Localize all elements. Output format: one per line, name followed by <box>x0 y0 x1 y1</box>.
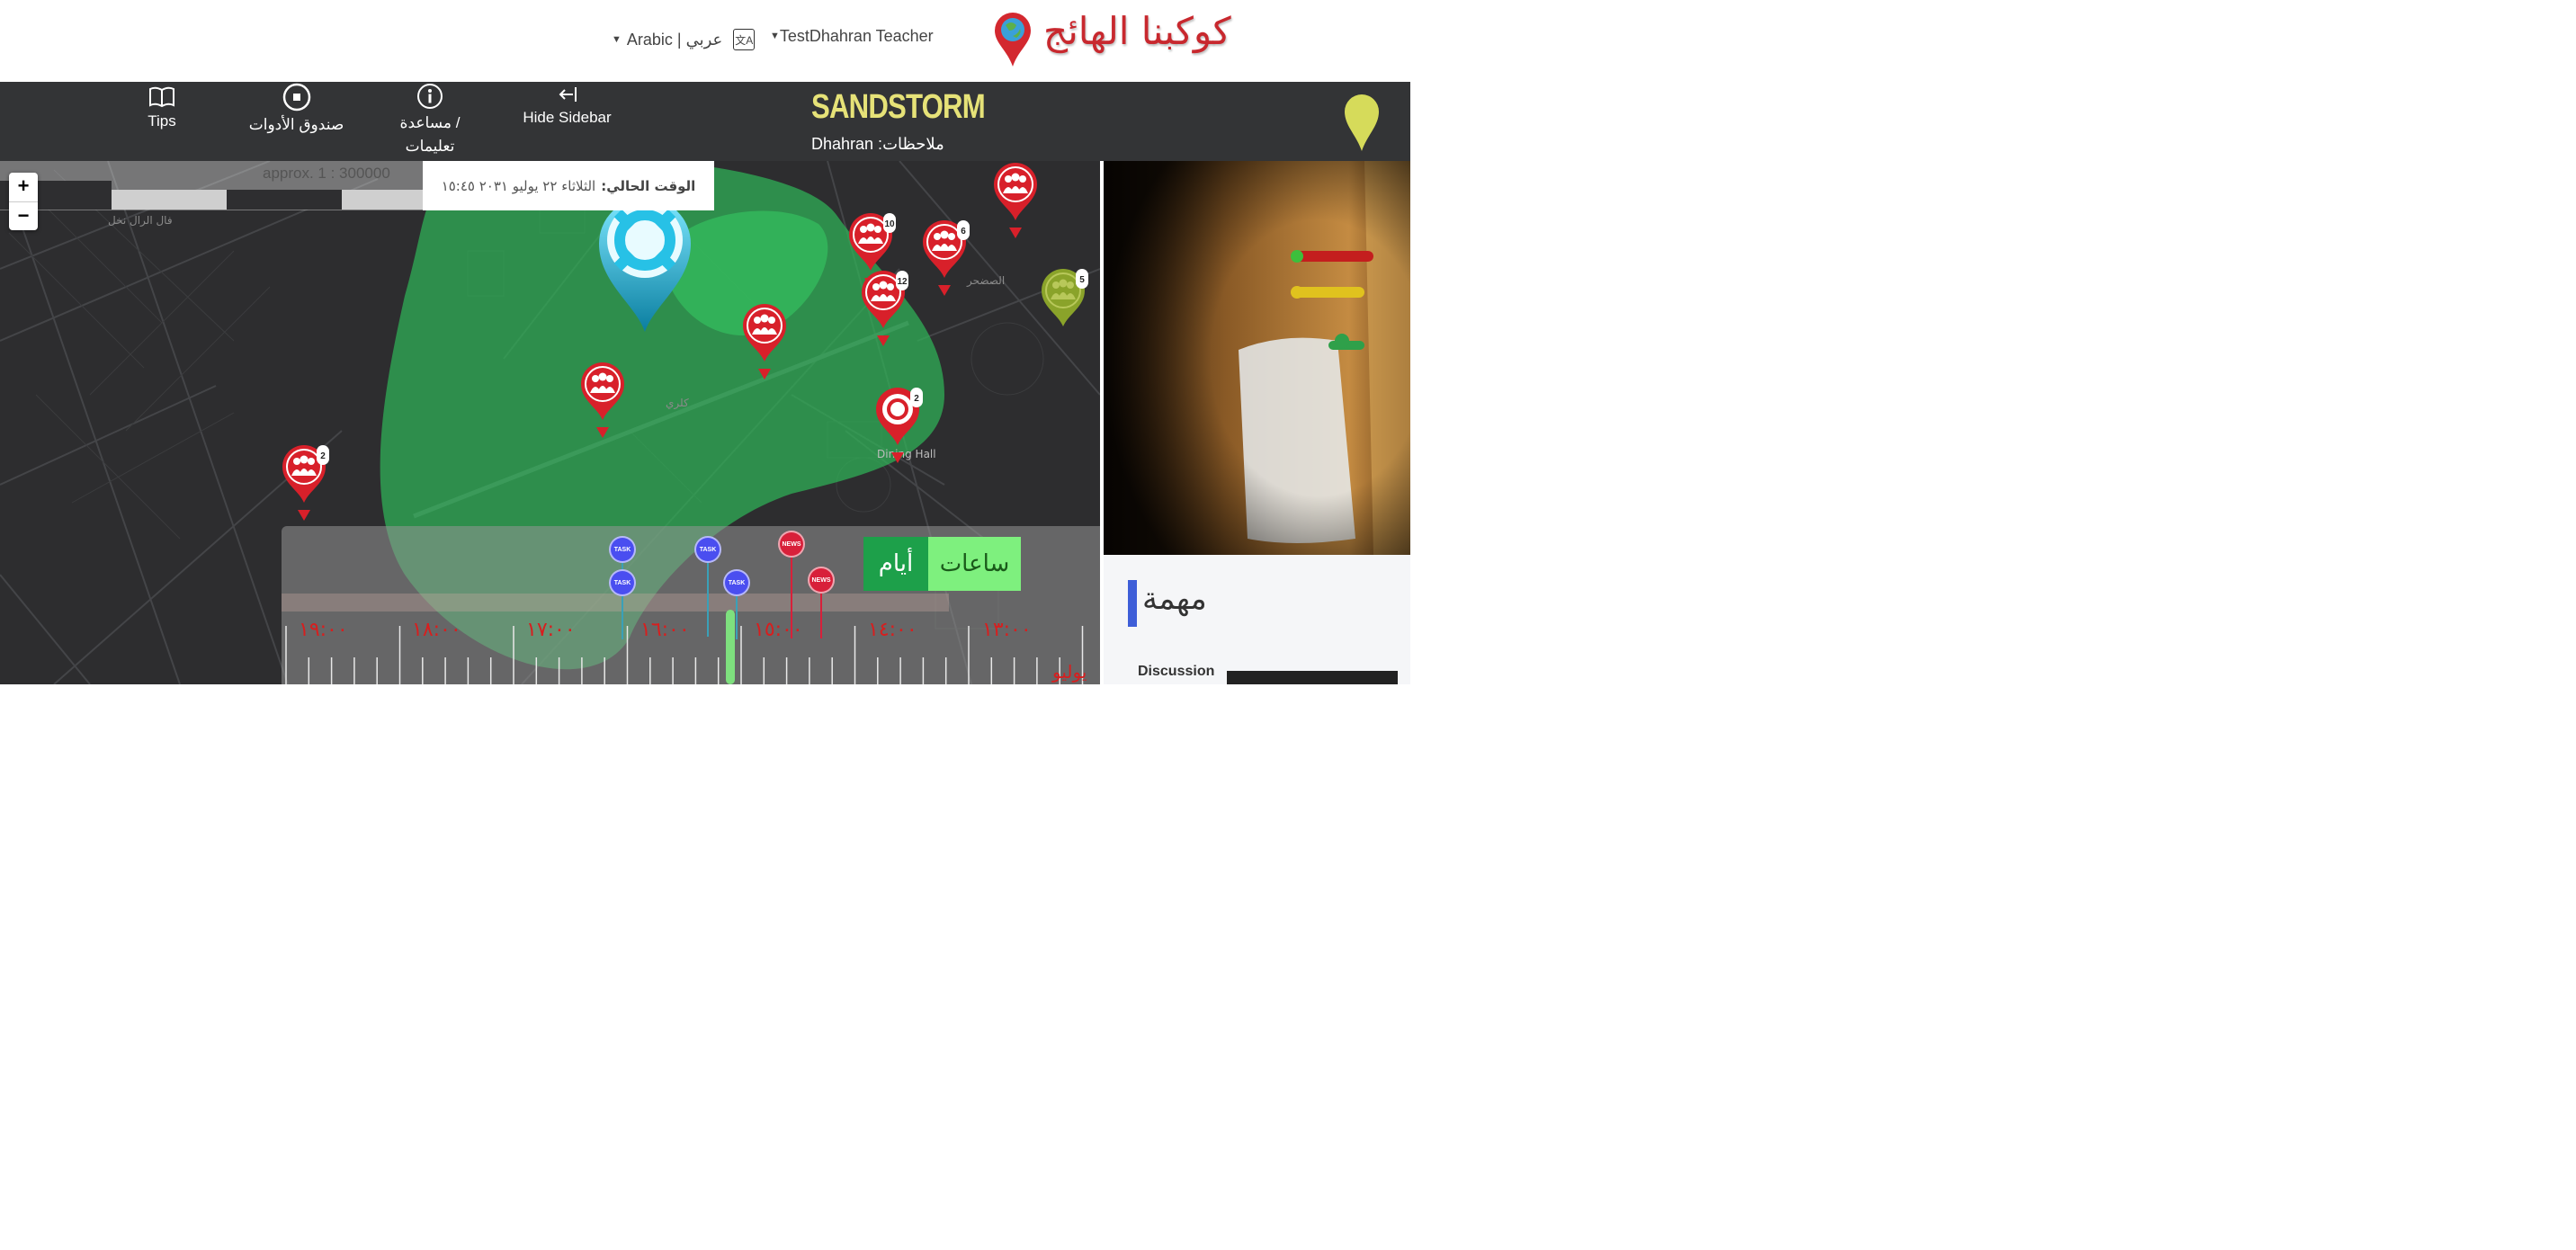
tips-button[interactable]: Tips <box>135 86 189 133</box>
month-label: يوليو <box>1052 661 1087 683</box>
app-header: كوكبنا الهائج ▼TestDhahran Teacher ▼ Ara… <box>0 0 1410 82</box>
timeline-ticks <box>285 626 1084 684</box>
globe-pin-icon <box>995 13 1031 67</box>
event-tag: NEWS <box>778 531 805 558</box>
lifebuoy-marker-icon[interactable] <box>595 197 694 332</box>
event-tag: NEWS <box>808 567 835 594</box>
task-event-marker[interactable]: TASK <box>723 569 750 639</box>
svg-text:2: 2 <box>914 394 919 404</box>
group-marker-icon[interactable]: 6 <box>921 219 971 299</box>
language-menu-label: Arabic | عربي <box>626 30 723 49</box>
zoom-control: + − <box>9 173 38 230</box>
chevron-down-icon: ▼ <box>770 31 780 41</box>
book-icon <box>149 86 174 108</box>
event-stem <box>820 594 822 638</box>
translate-icon: 文A <box>733 29 756 50</box>
toolbox-label: صندوق الأدوات <box>248 116 344 133</box>
event-tag: TASK <box>609 536 636 563</box>
event-stem <box>622 596 623 639</box>
event-stem <box>707 563 709 637</box>
tips-label: Tips <box>148 112 176 129</box>
task-title: مهمة <box>1142 581 1207 617</box>
zoom-out-button[interactable]: − <box>9 201 38 231</box>
hour-label: ١٧:٠٠ <box>526 619 576 641</box>
app-logo-title[interactable]: كوكبنا الهائج <box>1043 9 1231 53</box>
discussion-label[interactable]: Discussion <box>1138 664 1214 680</box>
svg-text:10: 10 <box>884 219 895 229</box>
chevron-down-icon: ▼ <box>612 34 622 45</box>
current-time-value: الثلاثاء ٢٢ يوليو ٢٠٣١ ١٥:٤٥ <box>441 177 596 194</box>
target-marker-icon[interactable]: 2 <box>874 386 925 467</box>
group-marker-icon[interactable]: 5 <box>1040 267 1090 348</box>
hour-label: ١٨:٠٠ <box>412 619 461 641</box>
group-marker-icon[interactable]: 2 <box>281 443 331 524</box>
user-menu[interactable]: ▼TestDhahran Teacher <box>770 27 934 46</box>
svg-text:5: 5 <box>1079 275 1085 285</box>
event-stem <box>791 558 792 638</box>
group-marker-icon[interactable] <box>579 361 630 442</box>
hide-sidebar-label: Hide Sidebar <box>523 109 612 126</box>
event-stem <box>736 596 738 639</box>
corkboard-photo <box>1104 161 1410 555</box>
days-button[interactable]: أيام <box>863 537 928 591</box>
event-tag: TASK <box>723 569 750 596</box>
discussion-bar <box>1227 671 1398 684</box>
place-label: فال الرال نخل <box>108 214 173 228</box>
help-label-line1: مساعدة / <box>399 114 461 131</box>
place-label: كلري <box>666 397 689 410</box>
task-accent-bar <box>1128 580 1137 627</box>
location-notes: Dhahran :ملاحظات <box>811 135 944 153</box>
hours-button[interactable]: ساعات <box>928 537 1021 591</box>
scale-text: approx. 1 : 300000 <box>263 165 390 182</box>
scenario-brand: SANDSTORM <box>811 88 986 126</box>
svg-text:12: 12 <box>897 277 908 287</box>
zoom-in-button[interactable]: + <box>9 173 38 201</box>
task-event-marker[interactable]: TASK <box>609 569 636 639</box>
news-event-marker[interactable]: NEWS <box>808 567 835 638</box>
collapse-left-icon <box>559 87 577 102</box>
place-label: الصضحر <box>966 274 1005 288</box>
sidebar-photo <box>1104 161 1410 555</box>
toolbox-icon <box>282 83 310 112</box>
main-toolbar <box>0 82 1410 161</box>
group-marker-icon[interactable] <box>992 161 1042 242</box>
hour-label: ١٦:٠٠ <box>640 619 690 641</box>
scale-segment <box>342 190 423 210</box>
event-tag: TASK <box>609 569 636 596</box>
group-marker-icon[interactable]: 12 <box>860 269 910 350</box>
scale-segment <box>227 190 342 210</box>
language-menu[interactable]: ▼ Arabic | عربي 文A <box>612 29 756 50</box>
event-tag: TASK <box>694 536 721 563</box>
user-menu-label: TestDhahran Teacher <box>779 27 934 45</box>
current-time-label: الوقت الحالي: <box>601 177 696 194</box>
help-button[interactable]: مساعدة / تعليمات <box>385 83 475 158</box>
toolbox-button[interactable]: صندوق الأدوات <box>245 83 348 137</box>
task-event-marker[interactable]: TASK <box>694 536 721 637</box>
group-marker-icon[interactable] <box>741 302 792 383</box>
news-event-marker[interactable]: NEWS <box>778 531 805 638</box>
current-time-box: الوقت الحالي: الثلاثاء ٢٢ يوليو ٢٠٣١ ١٥:… <box>423 161 714 210</box>
hour-label: ١٣:٠٠ <box>982 619 1032 641</box>
info-icon <box>417 84 443 109</box>
svg-text:6: 6 <box>961 227 966 237</box>
scale-segment <box>112 190 227 210</box>
help-label-line2: تعليمات <box>405 138 455 155</box>
hour-label: ١٤:٠٠ <box>868 619 917 641</box>
svg-text:2: 2 <box>320 451 326 461</box>
location-pin-icon[interactable] <box>1344 94 1380 153</box>
hour-label: ١٩:٠٠ <box>299 619 348 641</box>
hide-sidebar-button[interactable]: Hide Sidebar <box>511 85 623 129</box>
